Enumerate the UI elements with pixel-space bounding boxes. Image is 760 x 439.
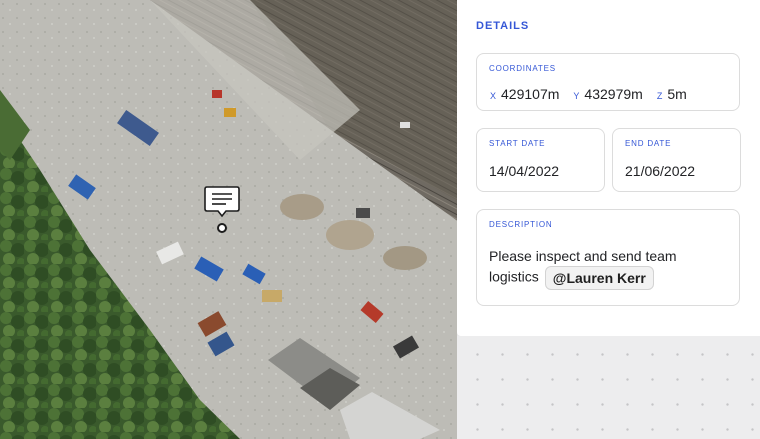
coordinates-card: COORDINATES X 429107m Y 432979m Z 5m [476, 53, 740, 111]
panel-title: DETAILS [476, 20, 530, 32]
marker-location-dot [217, 223, 227, 233]
coordinates-label: COORDINATES [489, 64, 556, 73]
coordinates-row: X 429107m Y 432979m Z 5m [490, 86, 701, 102]
start-date-label: START DATE [489, 139, 546, 148]
y-axis-label: Y [573, 91, 580, 101]
x-coordinate-value: 429107m [501, 86, 560, 102]
start-date-card: START DATE 14/04/2022 [476, 128, 605, 192]
description-label: DESCRIPTION [489, 220, 553, 229]
description-text: Please inspect and send team logistics @L… [489, 246, 729, 290]
details-panel: DETAILS COORDINATES X 429107m Y 432979m … [457, 0, 760, 336]
dotted-backdrop [457, 336, 760, 439]
start-date-value: 14/04/2022 [489, 163, 560, 179]
end-date-card: END DATE 21/06/2022 [612, 128, 741, 192]
end-date-value: 21/06/2022 [625, 163, 696, 179]
z-coordinate-value: 5m [667, 86, 687, 102]
comment-icon [204, 186, 240, 218]
aerial-map[interactable] [0, 0, 457, 439]
end-date-label: END DATE [625, 139, 672, 148]
x-axis-label: X [490, 91, 497, 101]
description-card: DESCRIPTION Please inspect and send team… [476, 209, 740, 306]
user-mention-chip[interactable]: @Lauren Kerr [544, 266, 654, 290]
y-coordinate-value: 432979m [584, 86, 643, 102]
comment-marker[interactable] [204, 186, 240, 234]
z-axis-label: Z [656, 91, 663, 101]
